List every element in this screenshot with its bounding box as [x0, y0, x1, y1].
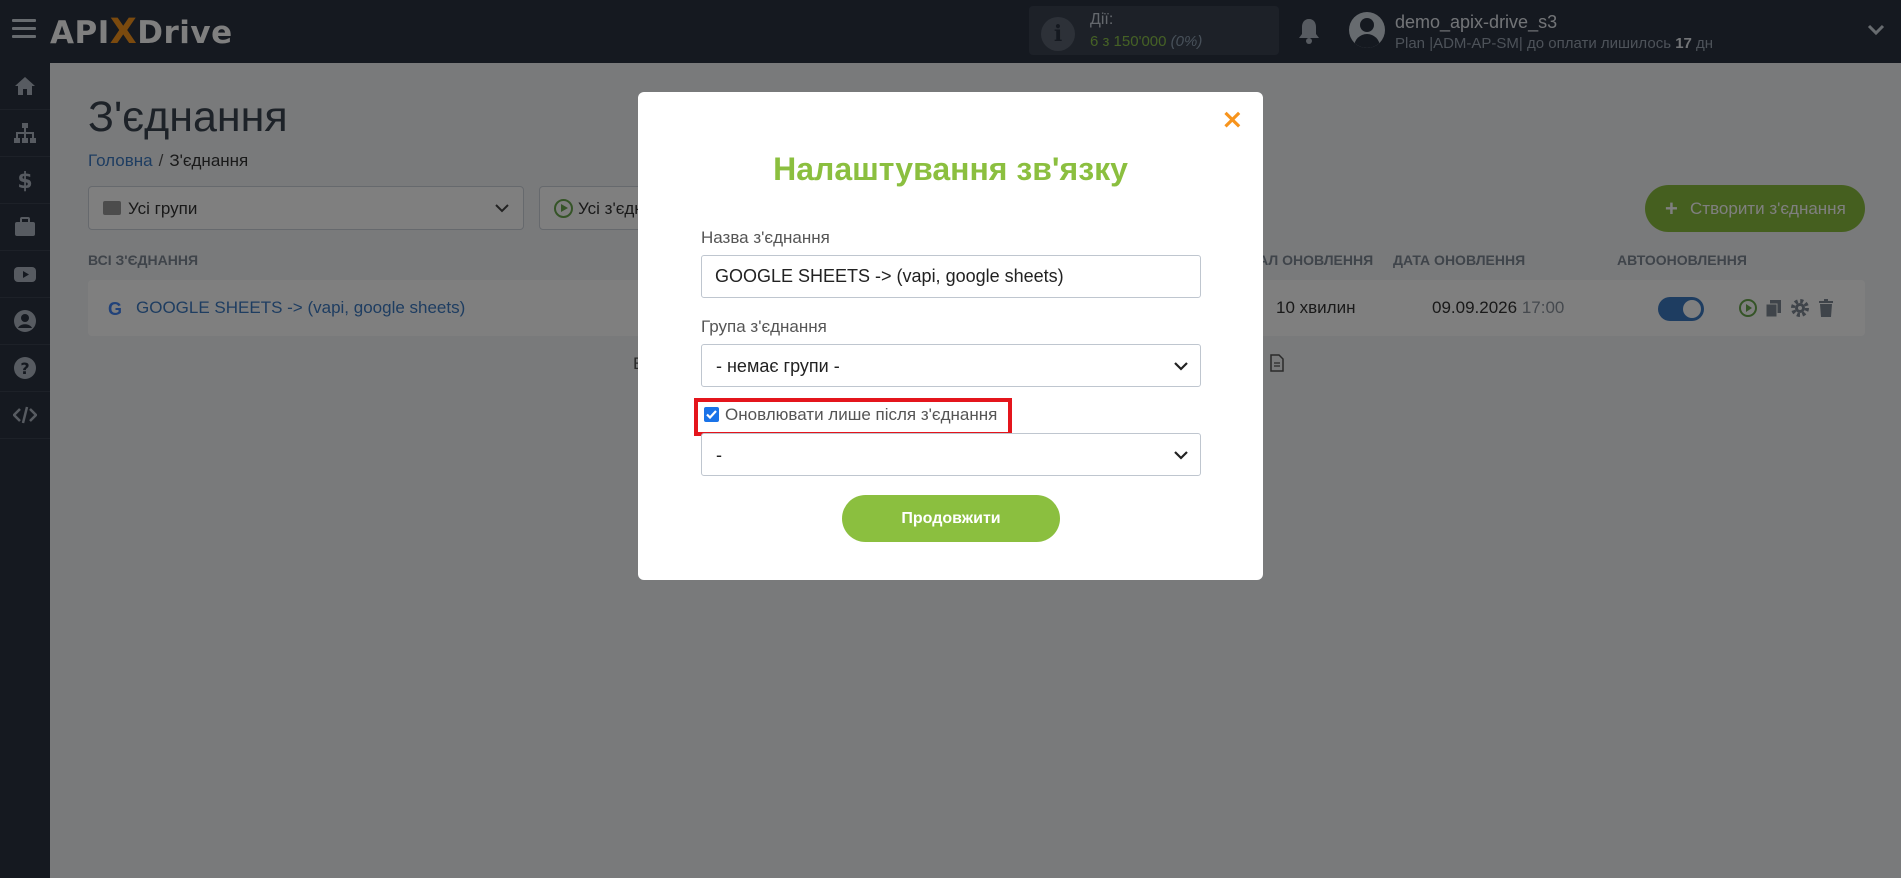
- connection-settings-modal: × Налаштування зв'язку Назва з'єднання Г…: [638, 92, 1263, 580]
- chevron-down-icon: [1174, 362, 1188, 371]
- close-icon[interactable]: ×: [1221, 104, 1244, 135]
- connection-name-label: Назва з'єднання: [701, 228, 830, 247]
- update-after-connection-checkbox[interactable]: [704, 407, 719, 422]
- continue-button[interactable]: Продовжити: [842, 495, 1060, 542]
- connection-group-value: - немає групи -: [716, 356, 840, 376]
- modal-title: Налаштування зв'язку: [773, 151, 1128, 187]
- connection-group-select[interactable]: - немає групи -: [701, 344, 1201, 387]
- check-icon: [706, 410, 717, 420]
- connection-group-label: Група з'єднання: [701, 317, 827, 336]
- after-connection-value: -: [716, 445, 722, 465]
- chevron-down-icon: [1174, 451, 1188, 460]
- after-connection-select[interactable]: -: [701, 433, 1201, 476]
- update-after-connection-label[interactable]: Оновлювати лише після з'єднання: [725, 405, 997, 425]
- connection-name-input[interactable]: [701, 255, 1201, 298]
